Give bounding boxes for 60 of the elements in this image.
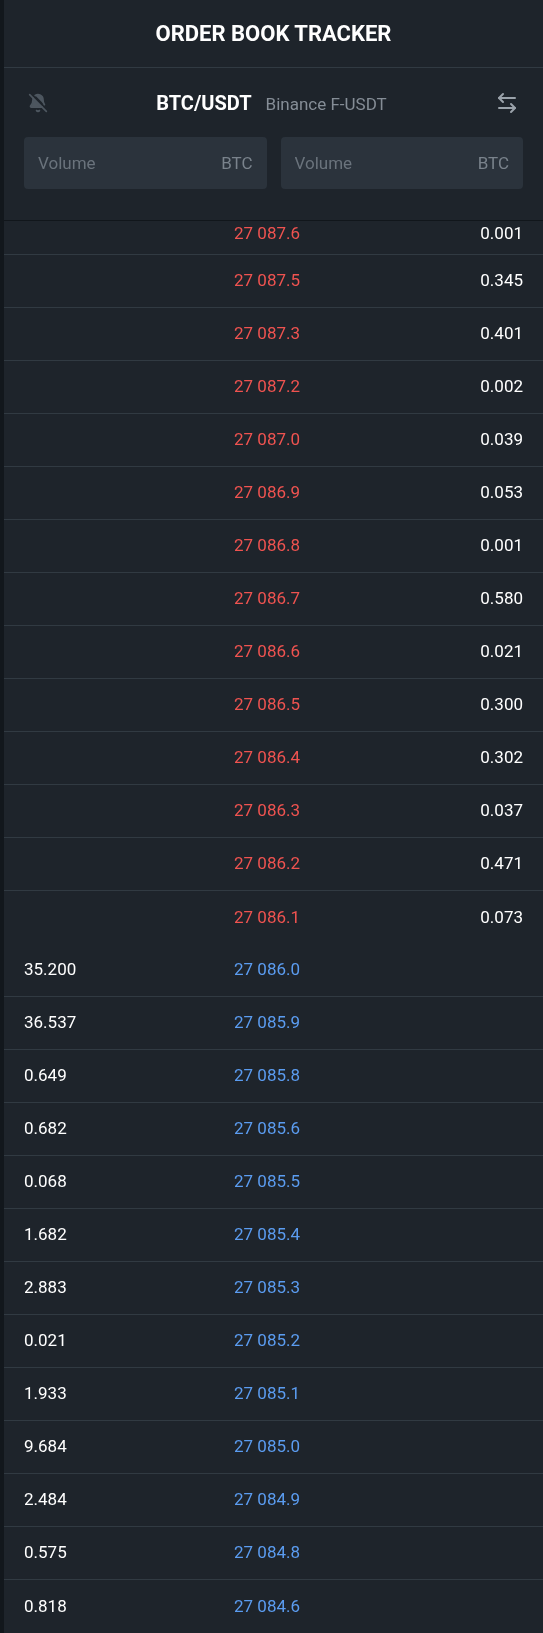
ask-price: 27 086.7 xyxy=(234,588,301,609)
bid-price: 27 085.5 xyxy=(234,1171,301,1192)
bid-quantity: 0.818 xyxy=(24,1595,67,1616)
ask-price: 27 086.1 xyxy=(234,906,301,927)
ask-quantity: 0.345 xyxy=(480,270,523,291)
app-title: ORDER BOOK TRACKER xyxy=(155,20,392,49)
bid-price: 27 085.1 xyxy=(234,1383,301,1404)
bid-quantity: 1.933 xyxy=(24,1383,67,1404)
ask-price: 27 086.6 xyxy=(234,641,301,662)
bid-price: 27 084.9 xyxy=(234,1489,301,1510)
ask-quantity: 0.401 xyxy=(480,323,523,344)
pair-symbol: BTC/USDT xyxy=(156,89,252,117)
ask-price: 27 087.0 xyxy=(234,429,301,450)
bid-price: 27 085.8 xyxy=(234,1065,301,1086)
bid-price: 27 085.2 xyxy=(234,1330,301,1351)
ask-price: 27 086.8 xyxy=(234,535,301,556)
ask-price: 27 087.5 xyxy=(234,270,301,291)
bid-quantity: 9.684 xyxy=(24,1436,67,1457)
bid-quantity: 1.682 xyxy=(24,1224,67,1245)
ask-quantity: 0.580 xyxy=(480,588,523,609)
ask-quantity: 0.471 xyxy=(480,853,523,874)
bid-quantity: 0.021 xyxy=(24,1330,67,1351)
ask-quantity: 0.021 xyxy=(480,641,523,662)
bid-quantity: 0.682 xyxy=(24,1118,67,1139)
ask-quantity: 0.053 xyxy=(480,482,523,503)
ask-quantity: 0.001 xyxy=(480,223,523,243)
ask-price: 27 086.9 xyxy=(234,482,301,503)
bid-price: 27 085.4 xyxy=(234,1224,301,1245)
ask-price: 27 087.6 xyxy=(234,223,301,243)
ask-quantity: 0.037 xyxy=(480,800,523,821)
swap-icon[interactable] xyxy=(495,90,519,115)
bid-quantity: 0.649 xyxy=(24,1065,67,1086)
ask-quantity: 0.039 xyxy=(480,429,523,450)
bid-quantity: 2.883 xyxy=(24,1277,67,1298)
ask-price: 27 086.4 xyxy=(234,747,301,768)
bid-price: 27 085.0 xyxy=(234,1436,301,1457)
bid-quantity: 0.575 xyxy=(24,1542,67,1563)
bid-price: 27 084.8 xyxy=(234,1542,301,1563)
unit-label: BTC xyxy=(221,151,253,175)
bid-price: 27 085.6 xyxy=(234,1118,301,1139)
bid-quantity: 0.068 xyxy=(24,1171,67,1192)
ask-quantity: 0.300 xyxy=(480,694,523,715)
ask-price: 27 086.2 xyxy=(234,853,301,874)
exchange-name: Binance F-USDT xyxy=(265,92,387,116)
ask-price: 27 087.3 xyxy=(234,323,301,344)
ask-quantity: 0.302 xyxy=(480,747,523,768)
ask-quantity: 0.002 xyxy=(480,376,523,397)
unit-label: BTC xyxy=(477,151,509,175)
ask-price: 27 087.2 xyxy=(234,376,301,397)
ask-price: 27 086.5 xyxy=(234,694,301,715)
ask-quantity: 0.073 xyxy=(480,906,523,927)
bid-quantity: 2.484 xyxy=(24,1489,67,1510)
bid-quantity: 36.537 xyxy=(24,1012,77,1033)
bid-price: 27 085.9 xyxy=(234,1012,301,1033)
ask-price: 27 086.3 xyxy=(234,800,301,821)
bid-price: 27 084.6 xyxy=(234,1595,301,1616)
bid-price: 27 085.3 xyxy=(234,1277,301,1298)
bid-quantity: 35.200 xyxy=(24,959,77,980)
ask-quantity: 0.001 xyxy=(480,535,523,556)
bid-price: 27 086.0 xyxy=(234,959,301,980)
